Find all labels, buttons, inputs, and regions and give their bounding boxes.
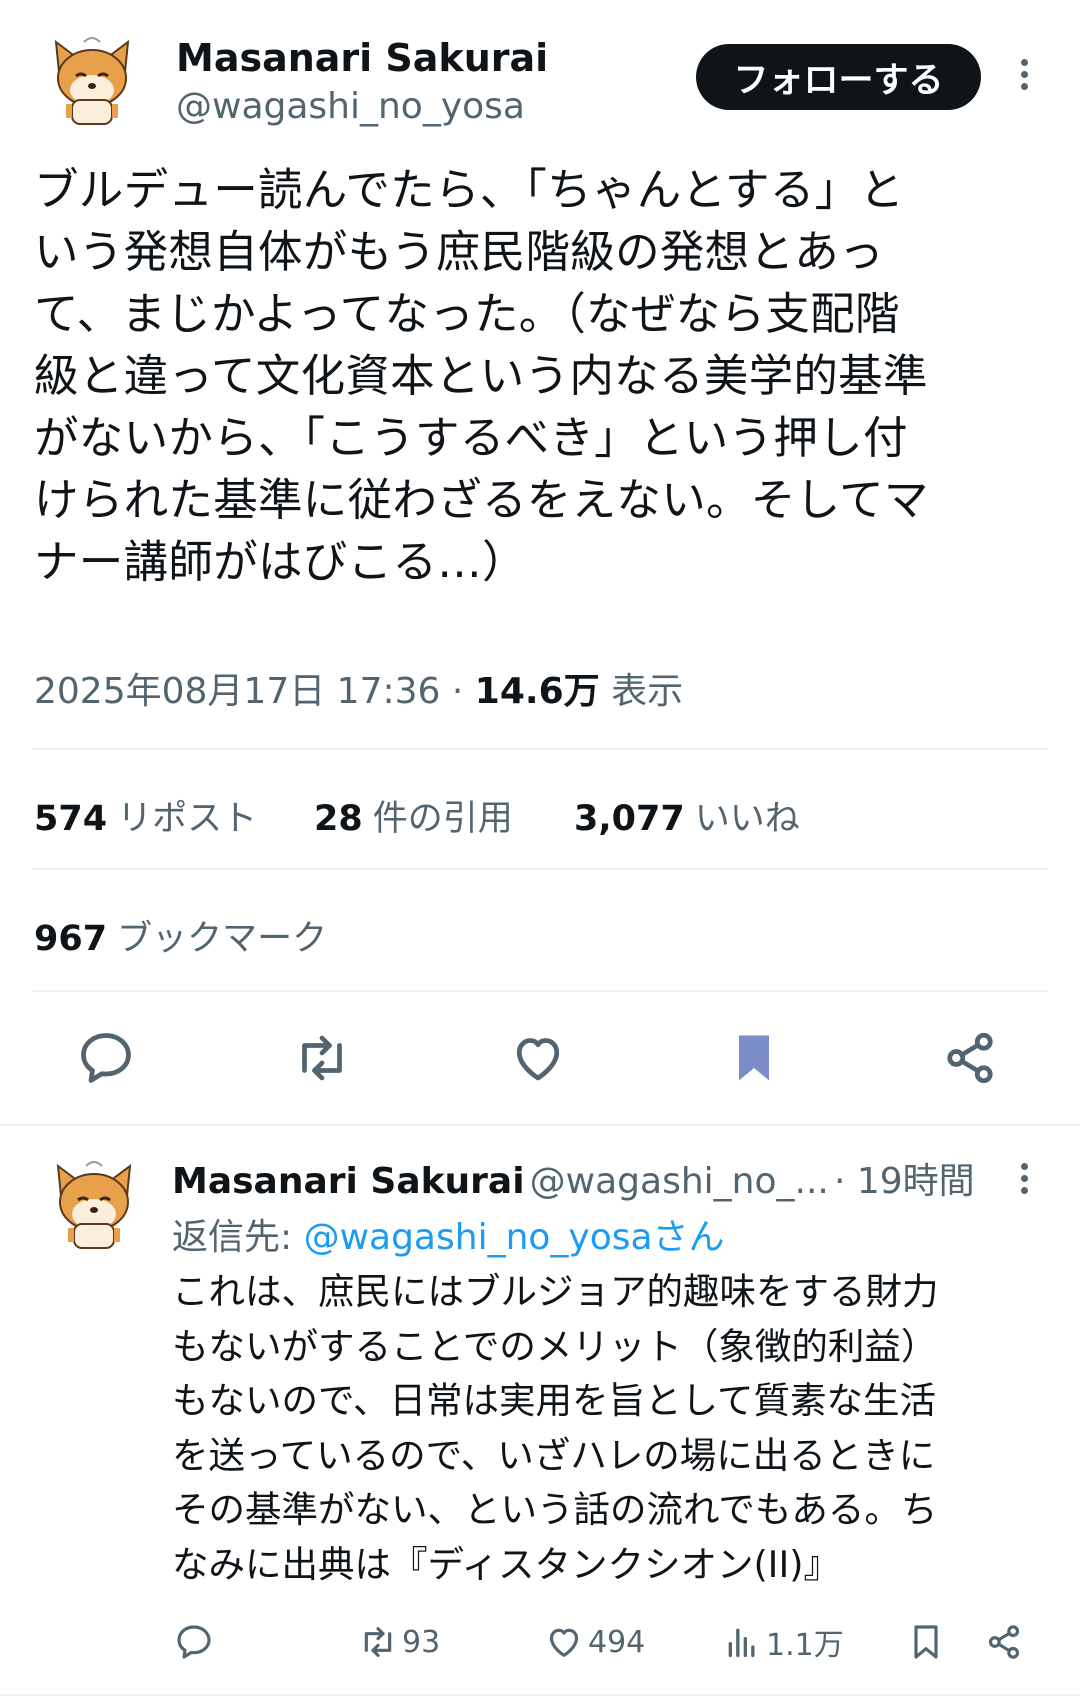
divider xyxy=(32,748,1048,750)
bookmarks-stat[interactable]: 967 ブックマーク xyxy=(34,910,327,961)
quotes-stat[interactable]: 28 件の引用 xyxy=(314,790,513,841)
reply-time[interactable]: · 19時間 xyxy=(834,1161,975,1202)
reply-text: これは、庶民にはブルジョア的趣味をする財力 もないがすることでのメリット（象徴的… xyxy=(172,1270,939,1586)
reposts-count: 574 xyxy=(34,799,108,839)
reply-more-icon[interactable] xyxy=(1016,1158,1032,1198)
divider xyxy=(32,990,1048,992)
reply-retweet-count: 93 xyxy=(402,1624,441,1660)
reply-author-name[interactable]: Masanari Sakurai xyxy=(172,1161,525,1202)
heart-icon[interactable] xyxy=(508,1028,568,1088)
divider xyxy=(32,868,1048,870)
reply-bookmark-button[interactable] xyxy=(906,1620,950,1664)
reposts-label: リポスト xyxy=(117,799,258,839)
reply-to-prefix: 返信先: xyxy=(172,1217,304,1258)
retweet-icon[interactable] xyxy=(292,1028,352,1088)
tweet-text: ブルデュー読んでたら、「ちゃんとする」と いう発想自体がもう庶民階級の発想とあっ… xyxy=(34,165,929,588)
quotes-count: 28 xyxy=(314,799,363,839)
likes-count: 3,077 xyxy=(574,799,685,839)
shiba-avatar-icon xyxy=(54,37,130,125)
reply-to-handle[interactable]: @wagashi_no_yosaさん xyxy=(304,1217,725,1258)
tweet-meta: 2025年08月17日 17:36 · 14.6万 表示 xyxy=(34,662,683,714)
reply-author-avatar[interactable] xyxy=(52,1158,136,1252)
reply-retweet-button[interactable]: 93 xyxy=(358,1620,440,1664)
reply-like-count: 494 xyxy=(588,1624,646,1660)
shiba-avatar-icon xyxy=(56,1161,132,1249)
tweet-timestamp[interactable]: 2025年08月17日 17:36 xyxy=(34,671,440,712)
retweet-icon xyxy=(364,1627,392,1657)
reply-like-button[interactable]: 494 xyxy=(544,1620,645,1664)
reply-views-count: 1.1万 xyxy=(766,1628,844,1663)
views-count: 14.6万 xyxy=(474,671,600,712)
thread-separator xyxy=(0,1124,1080,1126)
reply-share-button[interactable] xyxy=(984,1620,1028,1664)
bookmarks-count: 967 xyxy=(34,919,108,959)
reply-views-button[interactable]: 1.1万 xyxy=(722,1620,844,1664)
author-name[interactable]: Masanari Sakurai xyxy=(176,36,548,80)
bookmark-icon[interactable] xyxy=(724,1028,784,1088)
reply-icon[interactable] xyxy=(76,1028,136,1088)
meta-separator: · xyxy=(451,671,464,712)
share-icon[interactable] xyxy=(940,1028,1000,1088)
quotes-label: 件の引用 xyxy=(372,799,513,839)
reply-reply-button[interactable] xyxy=(174,1620,218,1664)
likes-label: いいね xyxy=(694,799,800,839)
bookmarks-label: ブックマーク xyxy=(117,919,328,959)
reposts-stat[interactable]: 574 リポスト xyxy=(34,790,257,841)
bottom-separator xyxy=(0,1694,1080,1696)
views-label: 表示 xyxy=(611,671,684,712)
reply-author-handle[interactable]: @wagashi_no_... xyxy=(530,1161,829,1202)
share-icon xyxy=(988,1625,1020,1659)
author-handle[interactable]: @wagashi_no_yosa xyxy=(176,86,525,127)
likes-stat[interactable]: 3,077 いいね xyxy=(574,790,800,841)
author-avatar[interactable] xyxy=(50,34,134,128)
reply-header: Masanari Sakurai @wagashi_no_... · 19時間 xyxy=(172,1152,975,1204)
views-icon xyxy=(728,1628,755,1657)
heart-icon xyxy=(549,1628,579,1657)
bookmark-icon xyxy=(914,1625,938,1659)
more-icon[interactable] xyxy=(1016,54,1032,94)
follow-button[interactable]: フォローする xyxy=(696,44,981,110)
reply-to: 返信先: @wagashi_no_yosaさん xyxy=(172,1208,725,1260)
reply-icon xyxy=(177,1625,211,1659)
